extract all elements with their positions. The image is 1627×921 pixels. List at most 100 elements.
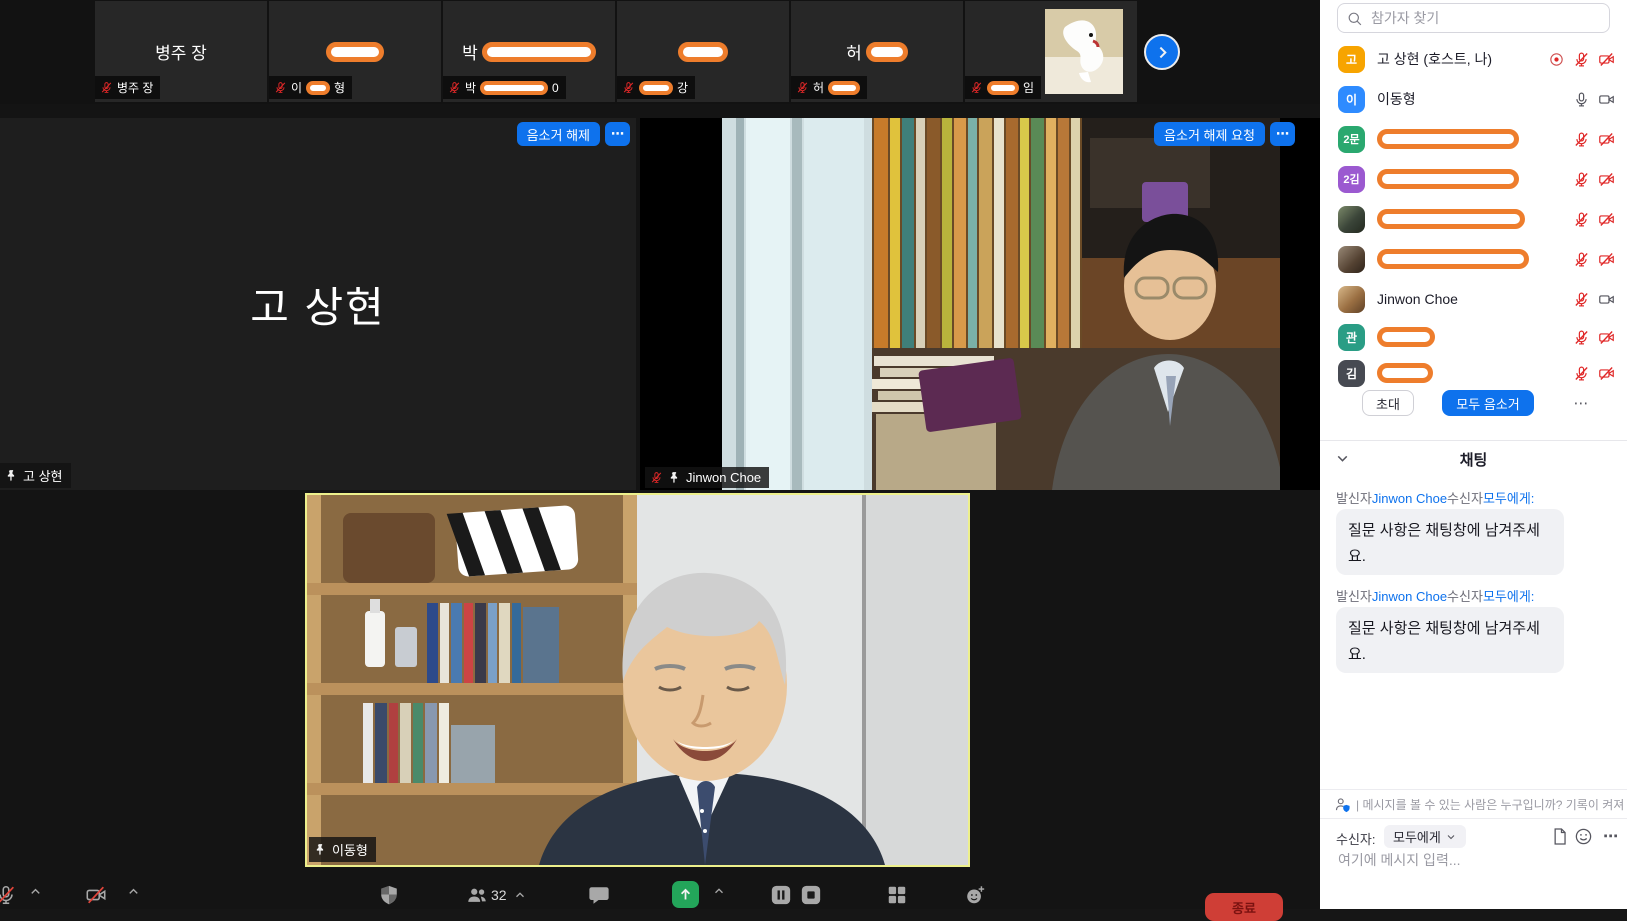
- video-thumbnail[interactable]: 임: [965, 1, 1137, 102]
- thumbnail-name: 박: [465, 79, 476, 96]
- chat-message-meta: 발신자Jinwon Choe수신자모두에게:: [1336, 586, 1534, 605]
- share-options-chevron[interactable]: [712, 884, 726, 898]
- avatar: 김: [1338, 360, 1365, 387]
- compose-more-button[interactable]: ⋯: [1603, 827, 1619, 846]
- thumbnail-name-tag: 임: [965, 76, 1041, 99]
- search-input[interactable]: [1369, 9, 1601, 27]
- avatar-photo: [1338, 206, 1365, 233]
- avatar: 고: [1338, 46, 1365, 73]
- video-thumbnail[interactable]: 이 형: [269, 1, 441, 102]
- participant-row[interactable]: 이 이동형: [1320, 82, 1627, 116]
- participant-row[interactable]: 김: [1320, 356, 1627, 390]
- participant-row[interactable]: 2문: [1320, 122, 1627, 156]
- recipient-selector[interactable]: 모두에게: [1384, 825, 1466, 848]
- more-options-button[interactable]: ⋯: [1270, 122, 1295, 146]
- to-label: 수신자: [1447, 589, 1483, 604]
- recipient-value: 모두에게: [1393, 827, 1441, 846]
- video-thumbnail[interactable]: 강: [617, 1, 789, 102]
- pin-icon: [668, 471, 681, 484]
- participants-icon: [466, 884, 488, 906]
- mic-muted-icon: [274, 81, 287, 94]
- end-meeting-button[interactable]: 종료: [1205, 893, 1283, 921]
- next-page-button[interactable]: [1144, 34, 1180, 70]
- video-tile-jinwon-choe[interactable]: 음소거 해제 요청 ⋯ Jinwon Choe: [640, 118, 1320, 490]
- video-name-label: 이동형: [309, 837, 376, 862]
- record-pause-button[interactable]: [770, 884, 792, 906]
- participant-row[interactable]: 관: [1320, 320, 1627, 354]
- redacted-name: [866, 42, 908, 62]
- chat-button[interactable]: [588, 884, 610, 906]
- chat-privacy-bar[interactable]: | 메시지를 볼 수 있는 사람은 누구입니까? 기록이 켜져: [1320, 789, 1627, 819]
- mic-muted-icon: [1573, 365, 1590, 382]
- chat-title: 채팅: [1320, 449, 1627, 470]
- thumbnail-center-name: 허: [846, 39, 862, 64]
- mute-all-button[interactable]: 모두 음소거: [1442, 390, 1534, 416]
- redacted-name: [482, 42, 596, 62]
- camera-off-icon: [1598, 171, 1615, 188]
- camera-off-icon: [85, 884, 107, 906]
- participants-button[interactable]: 32: [466, 884, 527, 906]
- search-icon: [1346, 10, 1363, 27]
- redacted-name: [1377, 327, 1435, 347]
- thumbnail-center-name: 박: [462, 39, 478, 64]
- participant-row[interactable]: [1320, 242, 1627, 276]
- chevron-down-icon: [1445, 831, 1457, 843]
- video-options-chevron[interactable]: [126, 884, 141, 899]
- thumbnail-name: 강: [677, 79, 688, 96]
- mic-muted-icon: [650, 471, 663, 484]
- invite-button[interactable]: 초대: [1362, 390, 1414, 416]
- chevron-up-icon: [28, 884, 43, 899]
- to-label: 수신자: [1447, 491, 1483, 506]
- participant-row[interactable]: 고 고 상현 (호스트, 나): [1320, 42, 1627, 76]
- participant-search[interactable]: [1337, 3, 1610, 33]
- thumbnail-name: 이: [291, 79, 302, 96]
- share-screen-button[interactable]: [672, 881, 699, 908]
- security-button[interactable]: [378, 884, 400, 906]
- video-corner-controls: 음소거 해제 ⋯: [517, 122, 630, 146]
- more-options-button[interactable]: ⋯: [605, 122, 630, 146]
- video-thumbnail[interactable]: 병주 장 병주 장: [95, 1, 267, 102]
- request-unmute-button[interactable]: 음소거 해제 요청: [1154, 122, 1265, 146]
- redacted-name: [1377, 169, 1519, 189]
- unmute-button[interactable]: 음소거 해제: [517, 122, 600, 146]
- audio-options-chevron[interactable]: [28, 884, 43, 899]
- from-label: 발신자: [1336, 491, 1372, 506]
- participant-row[interactable]: Jinwon Choe: [1320, 282, 1627, 316]
- privacy-notice-text: | 메시지를 볼 수 있는 사람은 누구입니까? 기록이 켜져: [1356, 796, 1624, 813]
- reactions-button[interactable]: [964, 884, 986, 906]
- mic-muted-icon: [1573, 51, 1590, 68]
- redacted-name: [987, 81, 1019, 95]
- video-filmstrip: 병주 장 병주 장 이 형 박 박 0: [0, 0, 1320, 104]
- participant-name: 고 상현 (호스트, 나): [1377, 49, 1492, 69]
- person-shield-icon: [1334, 796, 1351, 813]
- camera-off-icon: [1598, 131, 1615, 148]
- thumbnail-name-tag: 박 0: [443, 76, 566, 99]
- video-thumbnail[interactable]: 허 허: [791, 1, 963, 102]
- video-tile-go-sanghyun[interactable]: 고 상현 음소거 해제 ⋯ 고 상현: [0, 118, 636, 490]
- mic-muted-icon: [100, 81, 113, 94]
- mic-muted-icon: [1573, 291, 1590, 308]
- thumbnail-name: 임: [1023, 79, 1034, 96]
- chevron-right-icon: [1154, 44, 1171, 61]
- chat-message-input[interactable]: [1336, 851, 1610, 869]
- participant-row[interactable]: 2김: [1320, 162, 1627, 196]
- video-name-label: 고 상현: [0, 463, 71, 488]
- thumbnail-name-tag: 허: [791, 76, 867, 99]
- file-attach-icon[interactable]: [1550, 827, 1569, 846]
- mute-button[interactable]: [0, 884, 17, 906]
- participants-more-button[interactable]: ⋯: [1566, 390, 1596, 416]
- recipient-name: 모두에게:: [1483, 589, 1534, 604]
- apps-button[interactable]: [886, 884, 908, 906]
- thumbnail-center-name: 병주 장: [155, 39, 207, 64]
- video-tile-active-speaker[interactable]: 이동형: [305, 493, 970, 867]
- redacted-name: [1377, 129, 1519, 149]
- redacted-name: [1377, 363, 1433, 383]
- start-video-button[interactable]: [85, 884, 107, 906]
- pause-icon: [770, 884, 792, 906]
- video-name-text: 이동형: [332, 840, 368, 859]
- recipient-name: 모두에게:: [1483, 491, 1534, 506]
- video-thumbnail[interactable]: 박 박 0: [443, 1, 615, 102]
- participant-row[interactable]: [1320, 202, 1627, 236]
- record-stop-button[interactable]: [800, 884, 822, 906]
- emoji-icon[interactable]: [1574, 827, 1593, 846]
